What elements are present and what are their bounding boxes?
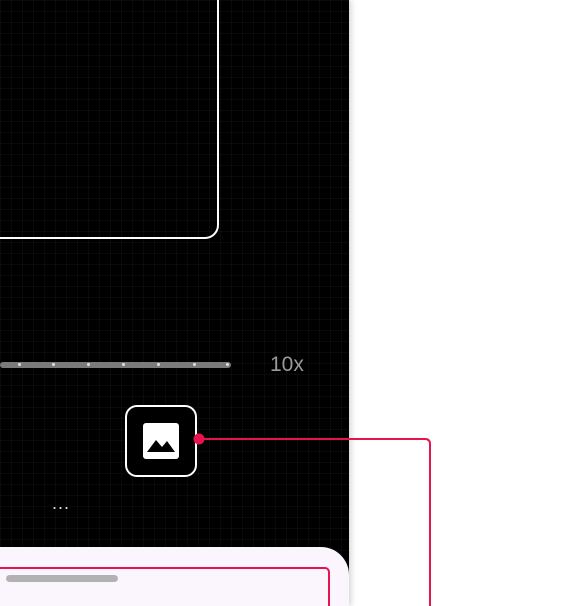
screenshot-canvas: 10x ... — [0, 0, 564, 606]
zoom-tick — [18, 363, 21, 366]
zoom-level-label: 10x — [270, 353, 304, 376]
camera-viewfinder: 10x ... — [0, 0, 349, 606]
zoom-tick — [52, 363, 55, 366]
image-icon — [143, 423, 179, 459]
zoom-tick — [87, 363, 90, 366]
bottom-sheet[interactable] — [0, 547, 349, 606]
zoom-tick — [157, 363, 160, 366]
zoom-tick — [193, 363, 196, 366]
gallery-button[interactable] — [125, 405, 197, 477]
zoom-slider[interactable] — [0, 362, 231, 368]
more-indicator: ... — [52, 493, 71, 513]
highlighted-sheet-region — [0, 567, 330, 606]
zoom-tick — [226, 363, 229, 366]
scan-frame — [0, 0, 219, 239]
zoom-tick — [122, 363, 125, 366]
drag-handle[interactable] — [6, 575, 118, 582]
